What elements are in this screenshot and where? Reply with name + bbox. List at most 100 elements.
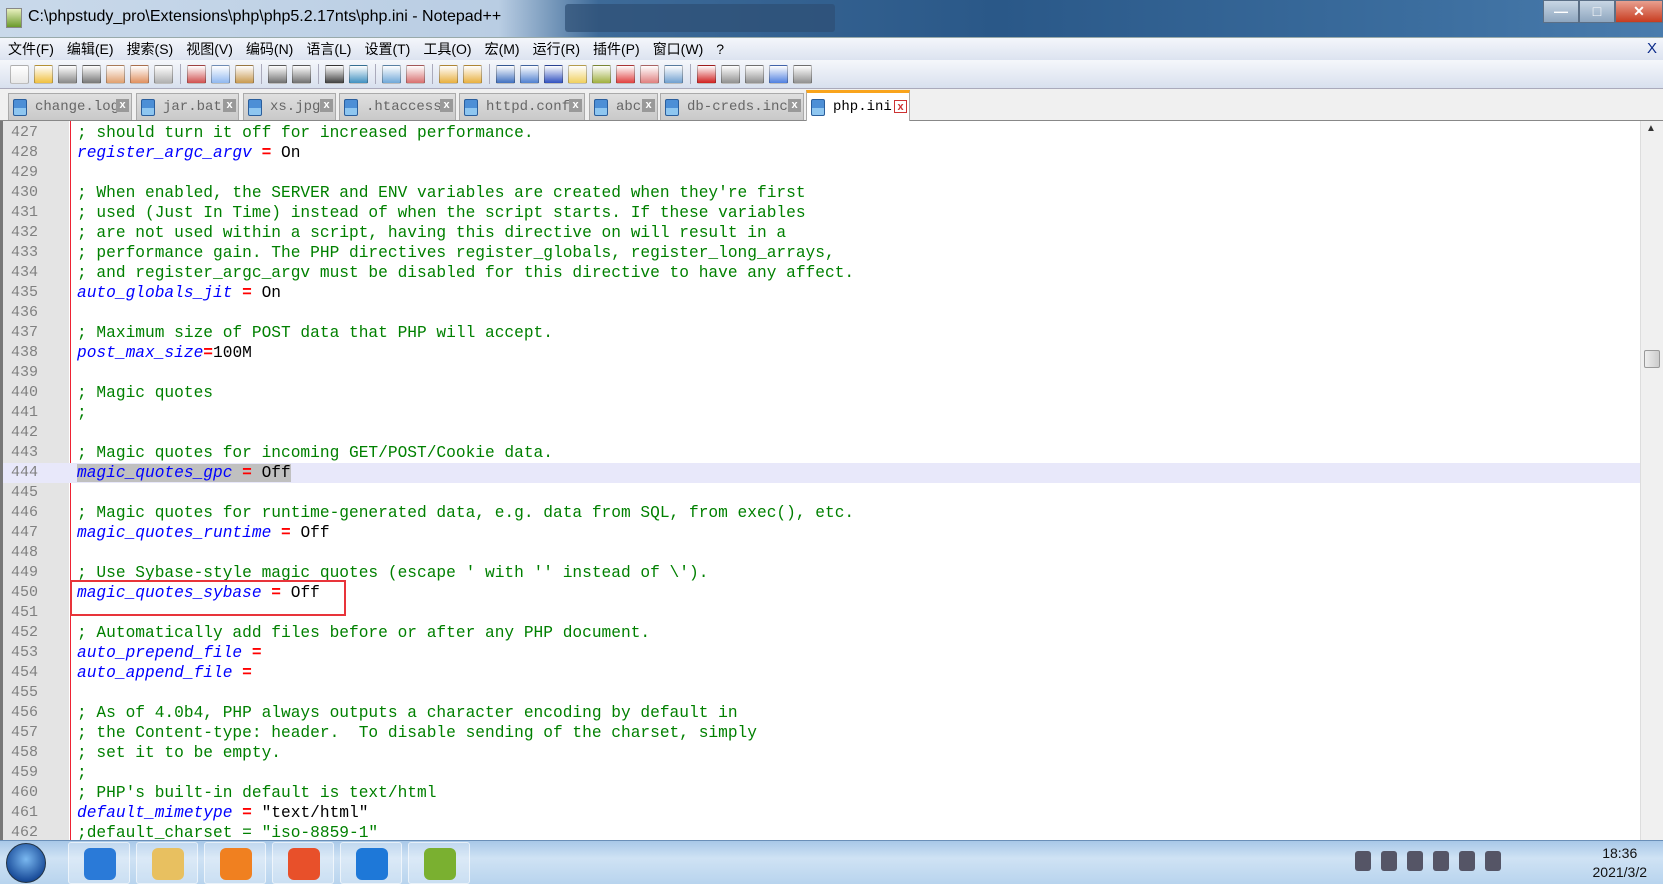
word-wrap-icon[interactable] bbox=[496, 64, 515, 84]
code-line: 454 auto_append_file = bbox=[3, 663, 1640, 683]
tab-close-icon[interactable]: x bbox=[569, 99, 582, 112]
show-all-chars-icon[interactable] bbox=[520, 64, 539, 84]
help-icon[interactable] bbox=[1381, 851, 1397, 871]
system-tray bbox=[1355, 851, 1501, 871]
tab-abc[interactable]: abc x bbox=[589, 93, 658, 120]
tab-close-icon[interactable]: x bbox=[223, 99, 236, 112]
record-macro-icon[interactable] bbox=[697, 64, 716, 84]
close-icon[interactable] bbox=[106, 64, 125, 84]
tab-xs-jpg[interactable]: xs.jpg x bbox=[243, 93, 336, 120]
play-macro-icon[interactable] bbox=[745, 64, 764, 84]
show-hidden-icon[interactable] bbox=[1407, 851, 1423, 871]
menu-item[interactable]: 运行(R) bbox=[533, 39, 580, 59]
line-number: 453 bbox=[11, 644, 39, 661]
equals-operator: = bbox=[242, 664, 252, 682]
tab-close-icon[interactable]: x bbox=[116, 99, 129, 112]
code-line: 427 ; should turn it off for increased pe… bbox=[3, 123, 1640, 143]
cut-icon[interactable] bbox=[187, 64, 206, 84]
file-saved-icon bbox=[665, 98, 679, 116]
file-saved-icon bbox=[811, 98, 825, 116]
close-document-button[interactable]: X bbox=[1647, 40, 1657, 57]
menu-item[interactable]: ? bbox=[716, 41, 724, 57]
taskbar-app[interactable] bbox=[272, 842, 334, 884]
open-file-icon[interactable] bbox=[34, 64, 53, 84]
save-macro-icon[interactable] bbox=[793, 64, 812, 84]
sync-vertical-icon[interactable] bbox=[439, 64, 458, 84]
tab-httpd-conf[interactable]: httpd.conf x bbox=[459, 93, 585, 120]
maximize-button[interactable]: □ bbox=[1579, 0, 1615, 23]
network-icon[interactable] bbox=[1459, 851, 1475, 871]
toolbar-separator bbox=[261, 64, 262, 84]
menu-item[interactable]: 语言(L) bbox=[306, 39, 351, 59]
indent-guide-icon[interactable] bbox=[544, 64, 563, 84]
tab-htaccess[interactable]: .htaccess x bbox=[339, 93, 456, 120]
save-all-icon[interactable] bbox=[82, 64, 101, 84]
udl-icon[interactable] bbox=[568, 64, 587, 84]
paste-icon[interactable] bbox=[235, 64, 254, 84]
tab-change-log[interactable]: change.log x bbox=[8, 93, 132, 120]
close-all-icon[interactable] bbox=[130, 64, 149, 84]
volume-icon[interactable] bbox=[1485, 851, 1501, 871]
find-icon[interactable] bbox=[325, 64, 344, 84]
tab-close-icon[interactable]: x bbox=[788, 99, 801, 112]
comment: ; the Content-type: header. To disable s… bbox=[77, 724, 757, 742]
tab-php-ini[interactable]: php.ini x bbox=[806, 90, 910, 121]
tab-close-icon[interactable]: x bbox=[320, 99, 333, 112]
taskbar-app[interactable] bbox=[204, 842, 266, 884]
sync-horizontal-icon[interactable] bbox=[463, 64, 482, 84]
tab-close-icon[interactable]: x bbox=[894, 100, 907, 113]
scroll-up-arrow-icon[interactable]: ▲ bbox=[1646, 123, 1656, 134]
folder-workspace-icon[interactable] bbox=[640, 64, 659, 84]
monitoring-icon[interactable] bbox=[664, 64, 683, 84]
zoom-out-icon[interactable] bbox=[406, 64, 425, 84]
taskbar-app[interactable] bbox=[340, 842, 402, 884]
comment: ; bbox=[77, 404, 87, 422]
new-file-icon[interactable] bbox=[10, 64, 29, 84]
start-button[interactable] bbox=[6, 843, 46, 883]
tab-close-icon[interactable]: x bbox=[642, 99, 655, 112]
menu-item[interactable]: 工具(O) bbox=[423, 39, 471, 59]
tab-close-icon[interactable]: x bbox=[440, 99, 453, 112]
taskbar-app[interactable] bbox=[408, 842, 470, 884]
menu-item[interactable]: 插件(P) bbox=[593, 39, 640, 59]
copy-icon[interactable] bbox=[211, 64, 230, 84]
menu-item[interactable]: 编辑(E) bbox=[67, 39, 114, 59]
menu-item[interactable]: 设置(T) bbox=[364, 39, 410, 59]
setting-value: "text/html" bbox=[261, 804, 369, 822]
tab-label: .htaccess bbox=[366, 99, 442, 115]
menu-item[interactable]: 搜索(S) bbox=[127, 39, 174, 59]
print-icon[interactable] bbox=[154, 64, 173, 84]
undo-icon[interactable] bbox=[268, 64, 287, 84]
function-list-icon[interactable] bbox=[616, 64, 635, 84]
menu-item[interactable]: 窗口(W) bbox=[653, 39, 704, 59]
tab-label: jar.bat bbox=[163, 99, 222, 115]
close-button[interactable]: ✕ bbox=[1615, 0, 1663, 23]
code-editor[interactable]: 427 ; should turn it off for increased pe… bbox=[0, 121, 1640, 840]
zoom-in-icon[interactable] bbox=[382, 64, 401, 84]
code-line: 443 ; Magic quotes for incoming GET/POST/… bbox=[3, 443, 1640, 463]
flag-icon[interactable] bbox=[1433, 851, 1449, 871]
taskbar-app[interactable] bbox=[68, 842, 130, 884]
replace-icon[interactable] bbox=[349, 64, 368, 84]
menu-item[interactable]: 视图(V) bbox=[186, 39, 233, 59]
tab-label: httpd.conf bbox=[486, 99, 571, 115]
menu-item[interactable]: 文件(F) bbox=[8, 39, 54, 59]
vertical-scrollbar[interactable]: ▲ bbox=[1640, 121, 1663, 840]
doc-map-icon[interactable] bbox=[592, 64, 611, 84]
comment: ;default_charset = "iso-8859-1" bbox=[77, 824, 379, 840]
stop-record-icon[interactable] bbox=[721, 64, 740, 84]
taskbar-app[interactable] bbox=[136, 842, 198, 884]
save-icon[interactable] bbox=[58, 64, 77, 84]
tab-jar-bat[interactable]: jar.bat x bbox=[136, 93, 239, 120]
menu-item[interactable]: 宏(M) bbox=[485, 39, 520, 59]
line-number: 436 bbox=[11, 304, 39, 321]
minimize-button[interactable]: — bbox=[1543, 0, 1579, 23]
clock[interactable]: 18:36 2021/3/2 bbox=[1593, 844, 1648, 882]
tab-db-creds-inc[interactable]: db-creds.inc x bbox=[660, 93, 804, 120]
keyboard-icon[interactable] bbox=[1355, 851, 1371, 871]
run-macro-multiple-icon[interactable] bbox=[769, 64, 788, 84]
scrollbar-thumb[interactable] bbox=[1644, 350, 1660, 368]
line-number: 455 bbox=[11, 684, 39, 701]
redo-icon[interactable] bbox=[292, 64, 311, 84]
menu-item[interactable]: 编码(N) bbox=[246, 39, 293, 59]
